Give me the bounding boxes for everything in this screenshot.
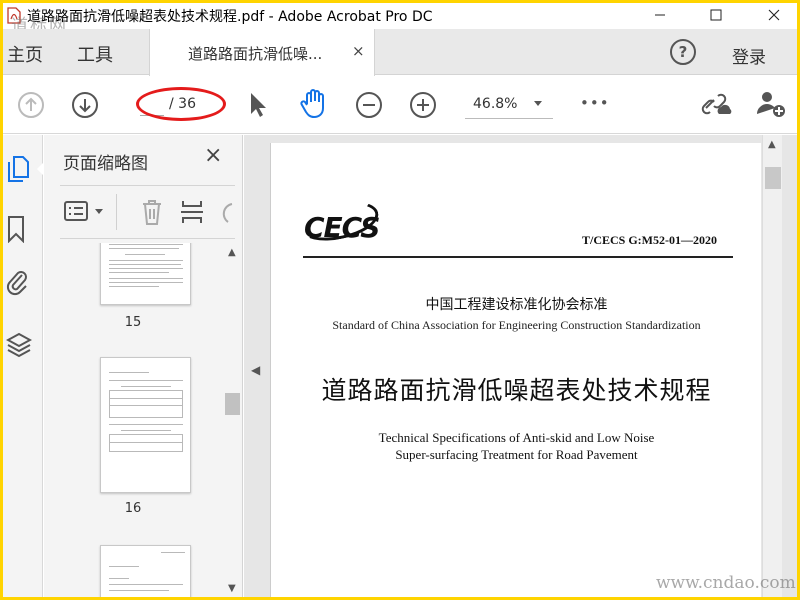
pdf-page: CECS T/CECS G:M52-01—2020 中国工程建设标准化协会标准 …: [270, 143, 761, 597]
more-tools-button[interactable]: •••: [580, 94, 610, 112]
tab-bar: 主页 工具 道路路面抗滑低噪... × ? 登录: [3, 29, 797, 76]
document-tab-label: 道路路面抗滑低噪...: [188, 45, 323, 63]
document-scrollbar[interactable]: ▲: [762, 135, 782, 597]
title-bar: 道路路面抗滑低噪超表处技术规程.pdf - Adobe Acrobat Pro …: [3, 3, 797, 36]
red-highlight-oval: [136, 87, 226, 121]
collapse-left-icon[interactable]: ◀: [251, 363, 260, 377]
zoom-underline: [465, 118, 553, 119]
chevron-down-icon[interactable]: [94, 208, 104, 216]
insert-page-icon[interactable]: [180, 198, 204, 226]
close-window-button[interactable]: [751, 3, 797, 27]
active-indicator-icon: [37, 163, 43, 175]
document-title-en-line1: Technical Specifications of Anti-skid an…: [378, 430, 655, 445]
standard-code: T/CECS G:M52-01—2020: [582, 233, 717, 247]
login-button[interactable]: 登录: [732, 43, 766, 68]
tab-document[interactable]: 道路路面抗滑低噪... ×: [149, 29, 375, 76]
tab-home[interactable]: 主页: [7, 41, 43, 67]
cecs-logo: CECS: [304, 211, 380, 244]
panel-title: 页面缩略图: [63, 154, 148, 174]
document-title-en-line2: Super-surfacing Treatment for Road Pavem…: [395, 447, 638, 462]
previous-page-icon[interactable]: [17, 91, 45, 119]
minimize-icon: [655, 14, 665, 16]
maximize-icon: [710, 9, 722, 21]
options-menu-icon[interactable]: [64, 200, 90, 222]
bookmark-icon[interactable]: [6, 215, 26, 243]
acrobat-window: 道路路面抗滑低噪超表处技术规程.pdf - Adobe Acrobat Pro …: [3, 3, 797, 597]
thumbnail-page-15[interactable]: [100, 243, 191, 305]
document-title-cn: 道路路面抗滑低噪超表处技术规程: [321, 376, 712, 405]
panel-close-icon[interactable]: ×: [204, 143, 222, 168]
next-page-icon[interactable]: [71, 91, 99, 119]
document-scrollbar-thumb[interactable]: [765, 167, 781, 189]
layers-icon[interactable]: [6, 331, 32, 359]
thumbnail-scrollbar[interactable]: ▲ ▼: [224, 243, 241, 597]
scroll-down-icon[interactable]: ▼: [228, 583, 236, 594]
add-user-icon[interactable]: [755, 88, 787, 120]
minimize-button[interactable]: [637, 3, 683, 27]
org-name-en: Standard of China Association for Engine…: [332, 318, 701, 332]
org-name-cn: 中国工程建设标准化协会标准: [425, 297, 608, 313]
header-rule: [303, 256, 733, 258]
document-tab-close-icon[interactable]: ×: [352, 42, 365, 60]
panel-toolbar: [60, 185, 235, 239]
left-nav-rail: [3, 135, 43, 597]
page-thumbnails-icon[interactable]: [7, 155, 29, 183]
scroll-up-icon[interactable]: ▲: [768, 139, 776, 150]
maximize-button[interactable]: [693, 3, 739, 27]
zoom-out-icon[interactable]: [355, 91, 383, 119]
thumbnail-list: 15 16: [44, 243, 222, 597]
thumbnail-label-15: 15: [124, 315, 142, 330]
select-cursor-icon[interactable]: [247, 90, 269, 120]
thumbnail-label-16: 16: [124, 501, 142, 516]
trash-icon[interactable]: [140, 198, 164, 226]
divider: [116, 194, 117, 230]
chevron-down-icon[interactable]: [533, 100, 543, 108]
attachment-icon[interactable]: [6, 267, 30, 297]
share-link-icon[interactable]: [700, 88, 734, 120]
hand-tool-icon[interactable]: [299, 88, 329, 120]
watermark-bottom: www.cndao.com: [656, 573, 796, 593]
toolbar: / 36 46.8% •••: [3, 76, 797, 134]
help-button[interactable]: ?: [670, 39, 696, 65]
zoom-in-icon[interactable]: [409, 91, 437, 119]
scrollbar-thumb[interactable]: [225, 393, 240, 415]
zoom-level[interactable]: 46.8%: [473, 96, 517, 112]
panel-collapse-gutter[interactable]: ◀: [244, 135, 270, 597]
document-view: CECS T/CECS G:M52-01—2020 中国工程建设标准化协会标准 …: [270, 135, 797, 597]
window-title: 道路路面抗滑低噪超表处技术规程.pdf - Adobe Acrobat Pro …: [27, 9, 433, 25]
scroll-up-icon[interactable]: ▲: [228, 247, 236, 258]
tab-tools[interactable]: 工具: [77, 41, 113, 67]
close-icon: [768, 9, 780, 21]
thumbnails-panel: 页面缩略图 × 15 16 ▲ ▼: [44, 135, 243, 597]
thumbnail-page-17[interactable]: [100, 545, 191, 597]
thumbnail-page-16[interactable]: [100, 357, 191, 493]
rotate-icon[interactable]: [218, 200, 234, 224]
